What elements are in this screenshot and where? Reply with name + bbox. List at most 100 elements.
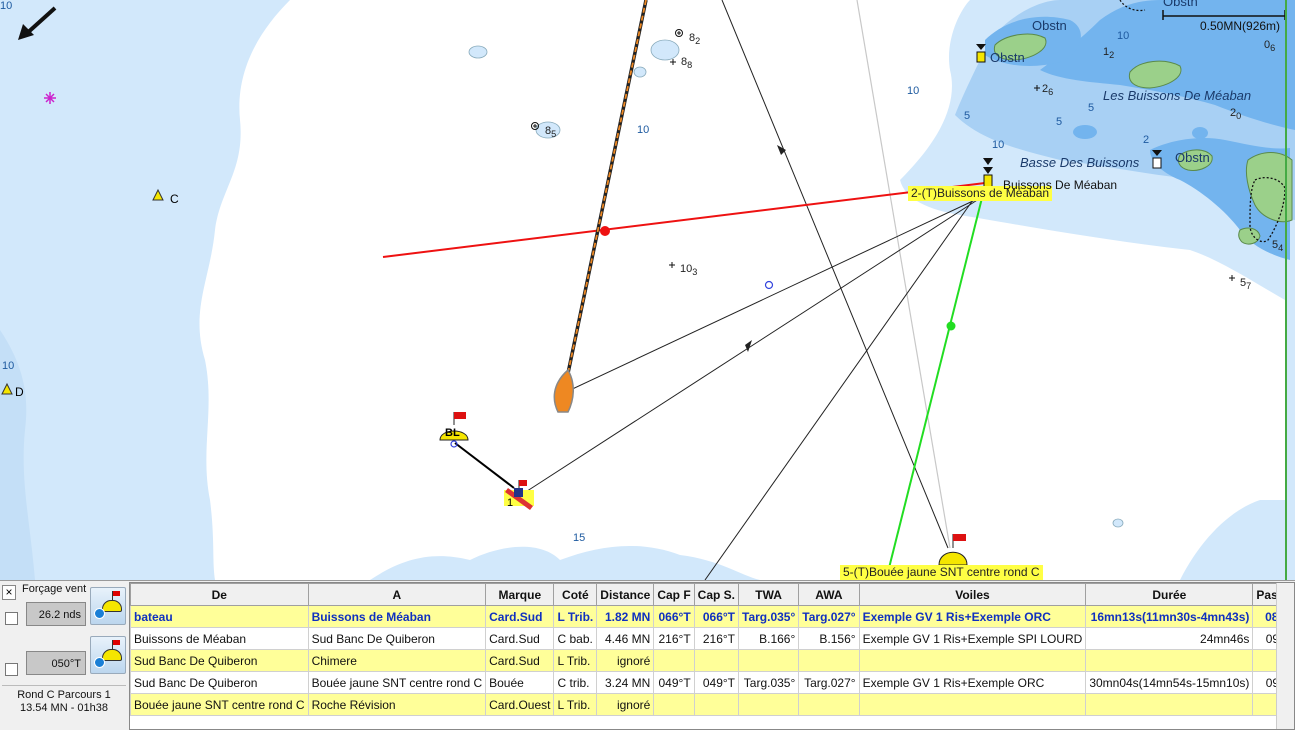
column-header-awa[interactable]: AWA [798, 583, 860, 606]
route-legs-table: De A Marque Coté Distance Cap F Cap S. T… [130, 583, 1294, 716]
buoy-icon [102, 649, 122, 661]
nautical-chart[interactable]: 2-(T)Buissons de Méaban 5-(T)Bouée jaune… [0, 0, 1295, 581]
cell-awa [798, 693, 860, 716]
cell-distance: ignoré [596, 693, 655, 716]
cell-marque: Card.Sud [485, 605, 555, 628]
depth-contour-label: 5 [1088, 102, 1095, 114]
cell-awa: Targ.027° [798, 605, 860, 628]
route-line [565, 199, 976, 393]
cell-twa: Targ.035° [737, 605, 800, 628]
column-header-a[interactable]: A [307, 583, 487, 606]
waypoint-5-label[interactable]: 5-(T)Bouée jaune SNT centre rond C [840, 565, 1043, 580]
sounding-label: 82 [689, 32, 701, 47]
boat-icon [553, 368, 574, 413]
column-header-de[interactable]: De [130, 583, 309, 606]
bl-waypoint-label[interactable]: BL [445, 427, 460, 439]
column-header-cote[interactable]: Coté [553, 583, 598, 606]
buoy-icon [102, 600, 122, 612]
cell-awa: Targ.027° [798, 671, 860, 694]
scale-label: 0.50MN(926m) [1200, 19, 1281, 33]
column-header-duree[interactable]: Durée [1085, 583, 1254, 606]
mark-c-label: C [170, 192, 179, 206]
cell-a: Roche Révision [307, 693, 487, 716]
column-header-voiles[interactable]: Voiles [858, 583, 1087, 606]
bottom-shallow-area [370, 545, 760, 580]
flag-icon [113, 640, 120, 645]
table-vertical-scrollbar[interactable] [1276, 583, 1294, 729]
cell-cap-f: 066°T [653, 605, 695, 628]
cell-awa: B.156° [798, 627, 860, 650]
table-row[interactable]: Sud Banc De Quiberon Chimere Card.Sud L … [130, 649, 1294, 672]
route-summary: 13.54 MN - 01h38 [19, 702, 109, 714]
column-header-twa[interactable]: TWA [737, 583, 800, 606]
cell-a: Sud Banc De Quiberon [307, 627, 487, 650]
rock-area [633, 66, 647, 78]
close-panel-button[interactable]: × [2, 585, 16, 600]
column-header-marque[interactable]: Marque [485, 583, 555, 606]
wind-speed-field[interactable]: 26.2 nds [26, 602, 86, 626]
cell-cap-f [653, 693, 695, 716]
wind-speed-checkbox[interactable] [5, 612, 18, 625]
cell-cote: L Trib. [553, 649, 598, 672]
cell-cote: L Trib. [553, 693, 598, 716]
obstn-label: Obstn [1163, 0, 1198, 9]
cell-twa: B.166° [737, 627, 800, 650]
cell-duree [1085, 649, 1254, 672]
table-header-row: De A Marque Coté Distance Cap F Cap S. T… [130, 583, 1294, 606]
table-row[interactable]: Buissons de Méaban Sud Banc De Quiberon … [130, 627, 1294, 650]
obstn-label: Obstn [990, 50, 1025, 65]
rock-area [1073, 125, 1097, 139]
depth-contour-label: 10 [0, 0, 13, 12]
cell-a: Chimere [307, 649, 487, 672]
cell-voiles [858, 649, 1087, 672]
column-header-distance[interactable]: Distance [596, 583, 655, 606]
wind-speed-buoy-button[interactable] [90, 587, 126, 625]
cell-awa [798, 649, 860, 672]
cell-duree: 30mn04s(14mn54s-15mn10s) [1085, 671, 1254, 694]
waypoint-1-label[interactable]: 1 [507, 497, 513, 509]
cell-marque: Card.Ouest [485, 693, 555, 716]
depth-contour-label: 5 [964, 110, 971, 122]
cell-distance: 3.24 MN [596, 671, 655, 694]
cell-twa [737, 693, 800, 716]
cell-marque: Card.Sud [485, 627, 555, 650]
table-row[interactable]: Sud Banc De Quiberon Bouée jaune SNT cen… [130, 671, 1294, 694]
depth-contour-label: 10 [1117, 30, 1130, 42]
cell-voiles: Exemple GV 1 Ris+Exemple SPI LOURD [858, 627, 1087, 650]
bl-leg [454, 442, 515, 489]
red-route-point [600, 226, 610, 236]
route-line [704, 189, 981, 580]
cell-cap-s: 066°T [693, 605, 740, 628]
wind-direction-buoy-button[interactable] [90, 636, 126, 674]
place-les-buissons: Les Buissons De Méaban [1103, 88, 1252, 103]
obstn-label: Obstn [1175, 150, 1210, 165]
table-row[interactable]: bateau Buissons de Méaban Card.Sud L Tri… [130, 605, 1294, 628]
cell-de: Sud Banc De Quiberon [130, 671, 309, 694]
rock-area [468, 45, 488, 59]
depth-contour-label: 10 [907, 85, 920, 97]
wind-forcing-panel: × Forçage vent 26.2 nds 050°T Rond C Par… [0, 581, 128, 730]
column-header-cap-f[interactable]: Cap F [653, 583, 695, 606]
cell-de: Buissons de Méaban [130, 627, 309, 650]
route-legs-table-container: De A Marque Coté Distance Cap F Cap S. T… [129, 582, 1295, 730]
cell-duree: 24mn46s [1085, 627, 1254, 650]
cell-cote: L Trib. [553, 605, 598, 628]
cell-twa [737, 649, 800, 672]
mark-d-label: D [15, 385, 24, 399]
sounding-label: 57 [1240, 277, 1252, 292]
chart-canvas[interactable] [0, 0, 1295, 580]
depth-contour-label: 10 [992, 139, 1005, 151]
column-header-cap-s[interactable]: Cap S. [693, 583, 740, 606]
sounding-label: 54 [1272, 239, 1284, 254]
depth-contour-label: 2 [1143, 134, 1150, 146]
rock-area [1192, 127, 1208, 139]
sounding-label: 26 [1042, 83, 1054, 98]
wind-direction-checkbox[interactable] [5, 663, 18, 676]
cell-marque: Card.Sud [485, 649, 555, 672]
wind-direction-field[interactable]: 050°T [26, 651, 86, 675]
cell-cap-s: 049°T [693, 671, 740, 694]
sounding-label: 06 [1264, 39, 1276, 54]
cell-cote: C trib. [553, 671, 598, 694]
table-row[interactable]: Bouée jaune SNT centre rond C Roche Révi… [130, 693, 1294, 716]
cell-de: Sud Banc De Quiberon [130, 649, 309, 672]
